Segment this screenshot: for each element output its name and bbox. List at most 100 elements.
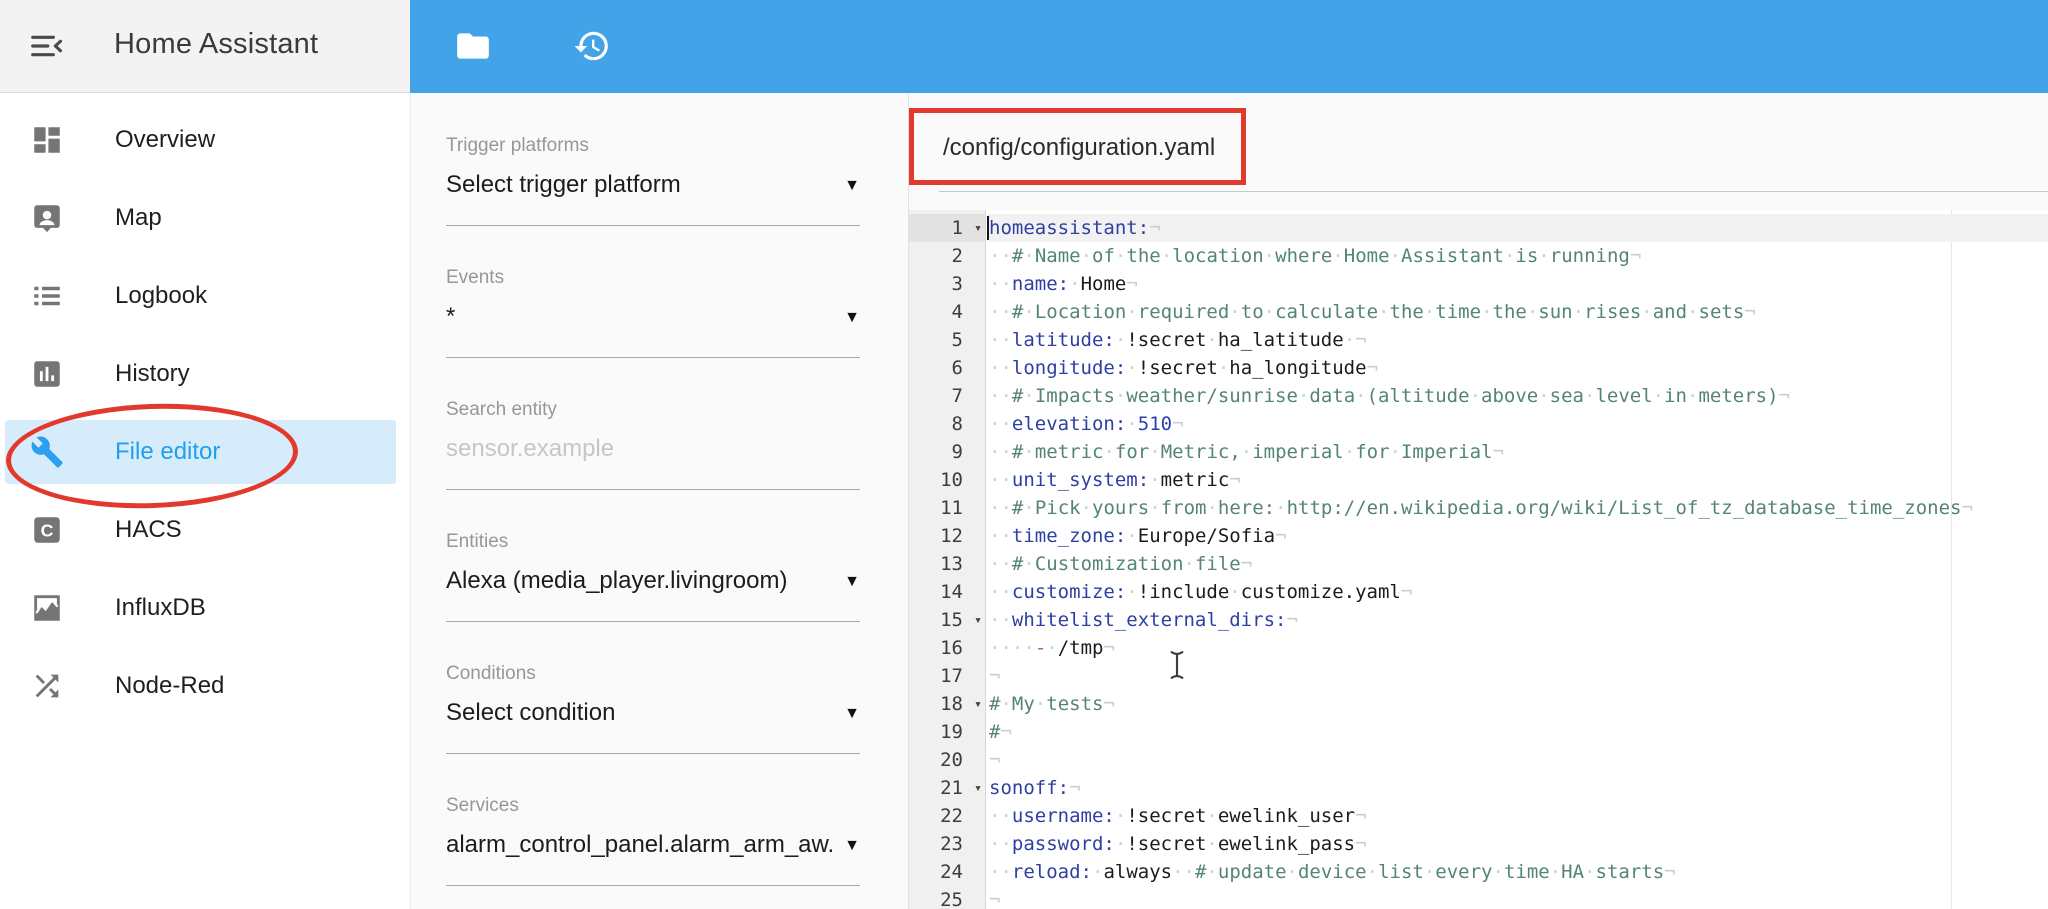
code-line[interactable]: ··name:·Home¬ — [987, 270, 2048, 298]
eol-marker: ¬ — [1664, 861, 1676, 883]
sidebar-item-hacs[interactable]: C HACS — [0, 491, 410, 569]
filename-divider — [939, 191, 2048, 192]
eol-marker: ¬ — [1355, 329, 1367, 351]
eol-marker: ¬ — [1778, 385, 1790, 407]
code-line[interactable]: ··whitelist_external_dirs:¬ — [987, 606, 2048, 634]
eol-marker: ¬ — [1240, 553, 1253, 575]
field-conditions: Conditions Select condition ▼ — [446, 663, 860, 754]
field-label: Services — [446, 795, 519, 816]
wrench-icon — [30, 435, 64, 469]
sidebar-item-influxdb[interactable]: InfluxDB — [0, 569, 410, 647]
code-line[interactable]: sonoff:¬ — [987, 774, 2048, 802]
eol-marker: ¬ — [1961, 497, 1973, 519]
code-line[interactable]: ··elevation:·510¬ — [987, 410, 2048, 438]
home-assistant-window: Home Assistant Overview Map Logbook History… — [0, 0, 2048, 909]
code-line[interactable]: ··reload:·always··#·update·device·list·e… — [987, 858, 2048, 886]
sidebar-item-node-red[interactable]: Node-Red — [0, 647, 410, 725]
gutter-line-number: 24 — [940, 861, 963, 883]
sidebar-item-overview[interactable]: Overview — [0, 101, 410, 179]
conditions-select[interactable]: Select condition — [446, 699, 834, 727]
code-line[interactable]: #·My·tests¬ — [987, 690, 2048, 718]
field-label: Conditions — [446, 663, 536, 684]
code-line[interactable]: ··#·metric·for·Metric,·imperial·for·Impe… — [987, 438, 2048, 466]
code-editor[interactable]: 1 ▾ 2 3 4 5 6 7 8 9 10 11 12 13 14 15 ▾ 16 17 18 ▾ 19 20 21 ▾ 22 2… — [909, 210, 2048, 909]
dropdown-arrow-icon[interactable]: ▼ — [844, 309, 860, 327]
field-events: Events * ▼ — [446, 267, 860, 358]
sidebar-item-logbook[interactable]: Logbook — [0, 257, 410, 335]
code-line[interactable]: ··#·Customization·file¬ — [987, 550, 2048, 578]
eol-marker: ¬ — [989, 889, 1001, 909]
field-entities: Entities Alexa (media_player.livingroom) ▼ — [446, 531, 860, 622]
gutter-line-number: 20 — [940, 749, 963, 771]
sidebar-item-map[interactable]: Map — [0, 179, 410, 257]
gutter-line-number: 11 — [940, 497, 963, 519]
code-line[interactable]: ··unit_system:·metric¬ — [987, 466, 2048, 494]
trigger-platforms-select[interactable]: Select trigger platform — [446, 171, 834, 199]
sidebar-collapse-icon[interactable] — [28, 27, 66, 65]
code-line[interactable]: ··time_zone:·Europe/Sofia¬ — [987, 522, 2048, 550]
eol-marker: ¬ — [1400, 581, 1413, 603]
gutter-line-number: 6 — [951, 357, 963, 379]
field-label: Trigger platforms — [446, 135, 589, 156]
gutter-line-number: 1 ▾ — [909, 214, 985, 242]
gutter-line-number: 5 — [951, 329, 963, 351]
code-line[interactable]: #¬ — [987, 718, 2048, 746]
code-line[interactable]: ··#·Impacts·weather/sunrise·data·(altitu… — [987, 382, 2048, 410]
field-label: Events — [446, 267, 505, 288]
code-line[interactable]: ····-·/tmp¬ — [987, 634, 2048, 662]
format-list-bulleted-icon — [30, 279, 64, 313]
sidebar-item-file-editor[interactable]: File editor — [0, 413, 410, 491]
code-line[interactable]: ··password:·!secret·ewelink_pass¬ — [987, 830, 2048, 858]
code-line[interactable]: ··longitude:·!secret·ha_longitude¬ — [987, 354, 2048, 382]
gutter-line-number: 10 — [940, 469, 963, 491]
code-area[interactable]: homeassistant:¬ ··#·Name·of·the·location·… — [987, 214, 2048, 909]
fold-toggle-icon[interactable]: ▾ — [974, 607, 982, 635]
eol-marker: ¬ — [1355, 833, 1367, 855]
code-line[interactable]: ¬ — [987, 662, 2048, 690]
code-line[interactable]: ··#·Name·of·the·location·where·Home·Assi… — [987, 242, 2048, 270]
sidebar-item-history[interactable]: History — [0, 335, 410, 413]
eol-marker: ¬ — [1069, 777, 1081, 799]
gutter-line-number: 23 — [940, 833, 963, 855]
field-label: Entities — [446, 531, 509, 552]
code-line[interactable]: homeassistant:¬ — [987, 214, 2048, 242]
gutter-line-number: 19 — [940, 721, 963, 743]
dropdown-arrow-icon[interactable]: ▼ — [844, 177, 860, 195]
code-line[interactable]: ¬ — [987, 746, 2048, 774]
gutter-line-number: 12 — [940, 525, 963, 547]
eol-marker: ¬ — [1149, 217, 1161, 239]
code-line[interactable]: ··latitude:·!secret·ha_latitude·¬ — [987, 326, 2048, 354]
field-trigger-platforms: Trigger platforms Select trigger platform… — [446, 135, 860, 226]
shuffle-icon — [30, 669, 64, 703]
fold-toggle-icon[interactable]: ▾ — [974, 215, 982, 243]
search-entity-input[interactable]: sensor.example — [446, 435, 834, 463]
code-line[interactable]: ··username:·!secret·ewelink_user¬ — [987, 802, 2048, 830]
code-line[interactable]: ¬ — [987, 886, 2048, 909]
field-label: Search entity — [446, 399, 557, 420]
dropdown-arrow-icon[interactable]: ▼ — [844, 573, 860, 591]
sidebar-item-label: Node-Red — [115, 672, 225, 699]
gutter-line-number: 25 — [940, 889, 963, 909]
eol-marker: ¬ — [1172, 413, 1184, 435]
eol-marker: ¬ — [1492, 441, 1504, 463]
eol-marker: ¬ — [1629, 245, 1642, 267]
eol-marker: ¬ — [989, 665, 1001, 687]
fold-toggle-icon[interactable]: ▾ — [974, 691, 982, 719]
gutter-line-number: 7 — [951, 385, 963, 407]
code-line[interactable]: ··#·Location·required·to·calculate·the·t… — [987, 298, 2048, 326]
entities-select[interactable]: Alexa (media_player.livingroom) — [446, 567, 834, 595]
history-icon[interactable] — [573, 27, 611, 65]
folder-icon[interactable] — [454, 27, 492, 65]
filename-input[interactable]: /config/configuration.yaml — [943, 134, 1215, 162]
text-caret — [987, 216, 989, 240]
dropdown-arrow-icon[interactable]: ▼ — [844, 705, 860, 723]
services-select[interactable]: alarm_control_panel.alarm_arm_aw... — [446, 831, 834, 859]
code-line[interactable]: ··#·Pick·yours·from·here:·http://en.wiki… — [987, 494, 2048, 522]
events-select[interactable]: * — [446, 303, 834, 331]
dropdown-arrow-icon[interactable]: ▼ — [844, 837, 860, 855]
sidebar-item-label: File editor — [115, 438, 221, 465]
form-panel: Trigger platforms Select trigger platform… — [410, 93, 908, 909]
code-line[interactable]: ··customize:·!include·customize.yaml¬ — [987, 578, 2048, 606]
fold-toggle-icon[interactable]: ▾ — [974, 775, 982, 803]
account-box-map-icon — [30, 201, 64, 235]
